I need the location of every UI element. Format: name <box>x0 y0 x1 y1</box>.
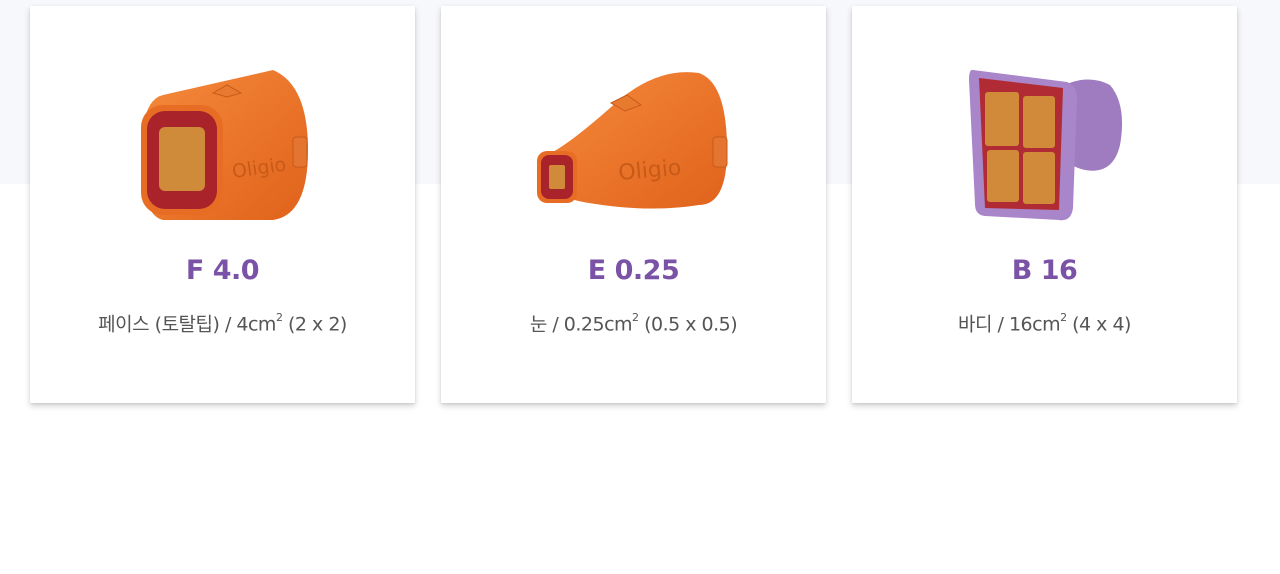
tip-b16-desc-sup: 2 <box>1060 311 1067 324</box>
tip-b16-desc-main: 바디 / 16cm <box>958 313 1061 336</box>
tip-e025-orange-icon: Oligio <box>536 72 727 209</box>
tip-card-f40[interactable]: Oligio F 4.0 페이스 (토탈팁) / 4cm2 (2 x 2) <box>30 6 415 403</box>
tip-b16-purple-icon <box>968 69 1122 221</box>
tip-card-e025[interactable]: Oligio E 0.25 눈 / 0.25cm2 (0.5 x 0.5) <box>441 6 826 403</box>
tip-e025-desc-tail: (0.5 x 0.5) <box>638 313 738 336</box>
tip-card-b16[interactable]: B 16 바디 / 16cm2 (4 x 4) <box>852 6 1237 403</box>
tip-f40-desc-tail: (2 x 2) <box>282 313 347 336</box>
tip-e025-title: E 0.25 <box>587 255 680 286</box>
tip-b16-description: 바디 / 16cm2 (4 x 4) <box>958 308 1131 336</box>
tip-card-list: Oligio F 4.0 페이스 (토탈팁) / 4cm2 (2 x 2) Ol… <box>30 6 1237 403</box>
tip-e025-description: 눈 / 0.25cm2 (0.5 x 0.5) <box>529 308 738 336</box>
tip-e025-image: Oligio <box>524 50 744 230</box>
tip-f40-image: Oligio <box>113 50 333 230</box>
page: Oligio F 4.0 페이스 (토탈팁) / 4cm2 (2 x 2) Ol… <box>0 0 1280 574</box>
tip-b16-desc-tail: (4 x 4) <box>1066 313 1131 336</box>
tip-f40-desc-sup: 2 <box>275 311 283 324</box>
tip-b16-image <box>935 50 1155 230</box>
tip-f40-description: 페이스 (토탈팁) / 4cm2 (2 x 2) <box>98 308 347 336</box>
tip-f40-title: F 4.0 <box>185 255 260 286</box>
tip-b16-title: B 16 <box>1011 255 1078 286</box>
tip-f40-orange-icon: Oligio <box>140 70 308 220</box>
tip-e025-desc-sup: 2 <box>632 311 639 324</box>
tip-f40-desc-main: 페이스 (토탈팁) / 4cm <box>98 313 276 336</box>
tip-e025-desc-main: 눈 / 0.25cm <box>529 313 633 336</box>
